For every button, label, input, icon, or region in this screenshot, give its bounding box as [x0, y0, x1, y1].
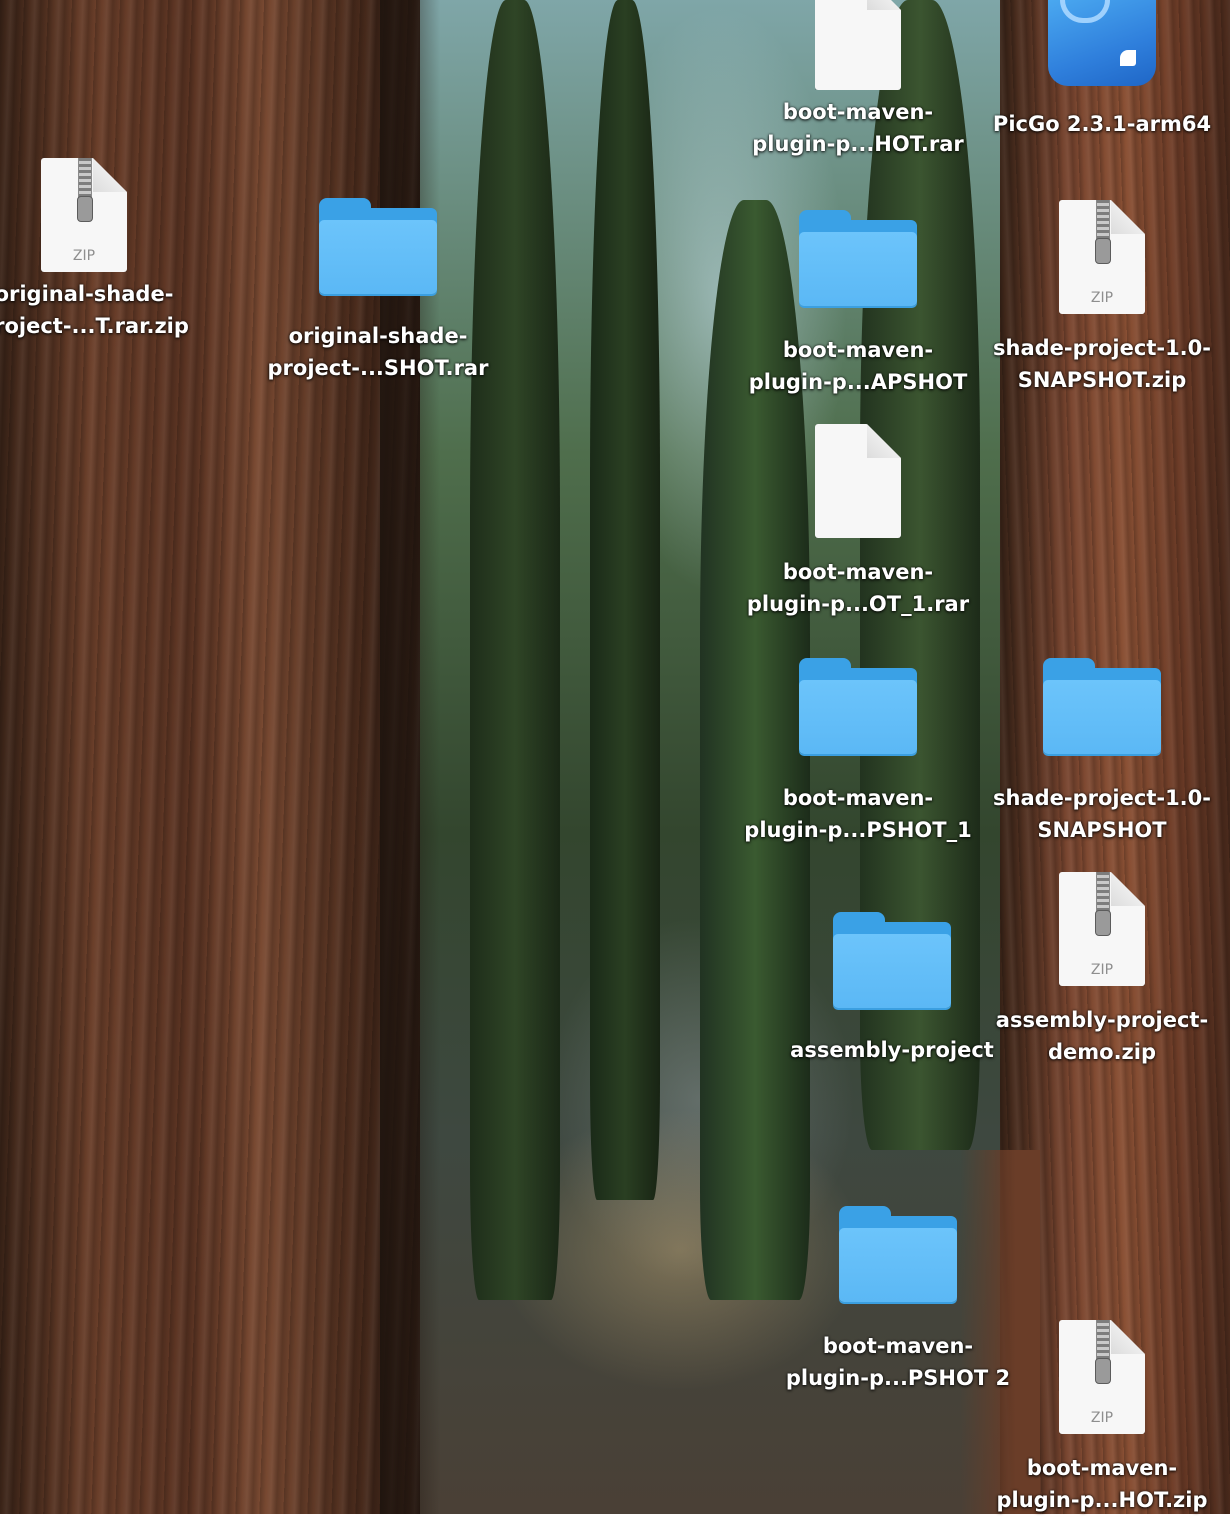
desktop-folder-boot-maven-apshot[interactable]: boot-maven- plugin-p...APSHOT: [738, 210, 978, 398]
file-name-label: assembly-project- demo.zip: [995, 1008, 1209, 1064]
desktop-file-assembly-project-demo-zip[interactable]: ZIP assembly-project- demo.zip: [982, 872, 1222, 1068]
zip-file-icon: ZIP: [1059, 200, 1145, 314]
desktop-file-boot-maven-hot-rar[interactable]: boot-maven- plugin-p...HOT.rar: [738, 0, 978, 160]
pine-tree: [590, 0, 660, 1200]
file-name-label: boot-maven- plugin-p...OT_1.rar: [746, 560, 970, 616]
pine-tree: [470, 0, 560, 1300]
folder-icon: [839, 1206, 957, 1306]
document-icon: [815, 0, 901, 90]
document-icon: [815, 424, 901, 538]
desktop-folder-shade-project-snapshot[interactable]: shade-project-1.0- SNAPSHOT: [982, 658, 1222, 846]
file-name-label: original-shade- project-...T.rar.zip: [0, 282, 189, 338]
desktop-folder-assembly-project[interactable]: assembly-project: [772, 912, 1012, 1066]
folder-icon: [319, 198, 437, 298]
desktop-folder-boot-maven-pshot1[interactable]: boot-maven- plugin-p...PSHOT_1: [738, 658, 978, 846]
folder-icon: [1043, 658, 1161, 758]
file-name-label: original-shade- project-...SHOT.rar: [267, 324, 489, 380]
folder-icon: [833, 912, 951, 1012]
folder-icon: [799, 210, 917, 310]
file-name-label: boot-maven- plugin-p...HOT.zip: [996, 1456, 1208, 1512]
zip-file-icon: ZIP: [41, 158, 127, 272]
desktop-app-picgo[interactable]: PicGo 2.3.1-arm64: [982, 0, 1222, 140]
zip-file-icon: ZIP: [1059, 1320, 1145, 1434]
desktop-file-shade-project-snapshot-zip[interactable]: ZIP shade-project-1.0- SNAPSHOT.zip: [982, 200, 1222, 396]
desktop-folder-original-shade-project[interactable]: original-shade- project-...SHOT.rar: [258, 198, 498, 384]
desktop-file-boot-maven-ot1-rar[interactable]: boot-maven- plugin-p...OT_1.rar: [738, 424, 978, 620]
desktop-file-boot-maven-hot-zip[interactable]: ZIP boot-maven- plugin-p...HOT.zip: [982, 1320, 1222, 1516]
file-name-label: shade-project-1.0- SNAPSHOT: [993, 786, 1211, 842]
folder-icon: [799, 658, 917, 758]
file-name-label: boot-maven- plugin-p...PSHOT_1: [744, 786, 972, 842]
zip-file-icon: ZIP: [1059, 872, 1145, 986]
file-name-label: shade-project-1.0- SNAPSHOT.zip: [993, 336, 1211, 392]
file-name-label: boot-maven- plugin-p...APSHOT: [748, 338, 968, 394]
file-name-label: boot-maven- plugin-p...HOT.rar: [752, 100, 964, 156]
desktop-file-original-shade-project-zip[interactable]: ZIP original-shade- project-...T.rar.zip: [0, 158, 204, 342]
file-name-label: assembly-project: [790, 1038, 994, 1062]
file-name-label: PicGo 2.3.1-arm64: [992, 112, 1212, 136]
picgo-app-icon: [1048, 0, 1156, 86]
